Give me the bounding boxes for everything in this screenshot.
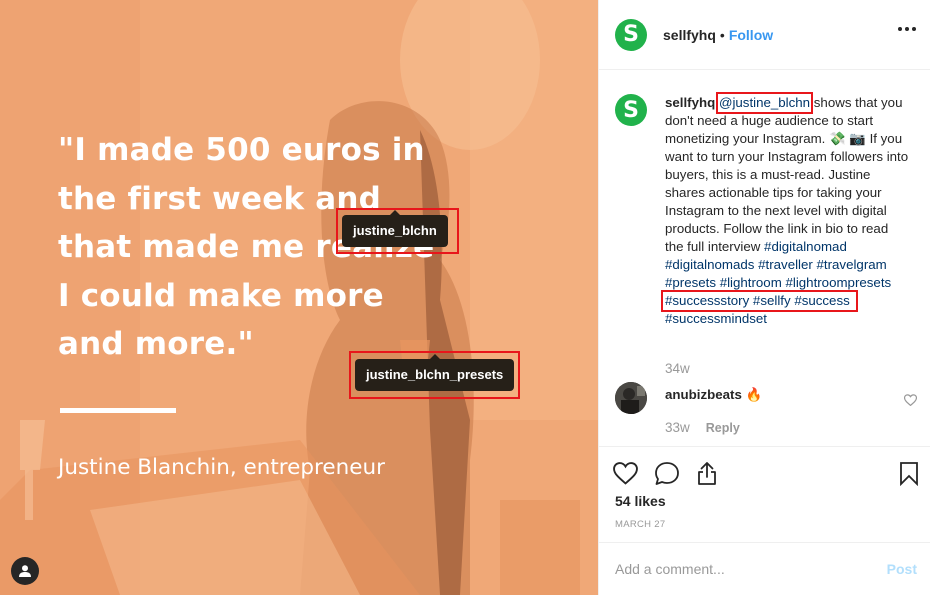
reply-button[interactable]: Reply bbox=[706, 421, 740, 435]
commenter-username[interactable]: anubizbeats bbox=[665, 387, 742, 402]
comment-meta: 33w Reply bbox=[665, 420, 740, 435]
likes-count[interactable]: 54 likes bbox=[615, 493, 666, 509]
caption-text: sellfyhq @justine_blchn shows that you d… bbox=[661, 92, 909, 328]
like-comment-heart-icon[interactable] bbox=[904, 394, 917, 406]
commenter-photo-icon bbox=[615, 382, 647, 414]
caption-hashtags-3[interactable]: #successmindset bbox=[665, 311, 767, 326]
caption-hashtags-2[interactable]: #successstory #sellfy #success bbox=[665, 293, 850, 308]
comments-section[interactable]: S sellfyhq @justine_blchn shows that you… bbox=[599, 70, 930, 446]
follow-button[interactable]: Follow bbox=[729, 27, 773, 43]
user-tag-justine-blchn[interactable]: justine_blchn bbox=[342, 210, 448, 247]
action-icons bbox=[613, 461, 718, 486]
caption: S sellfyhq @justine_blchn shows that you… bbox=[615, 92, 909, 328]
post-date: MARCH 27 bbox=[615, 519, 666, 530]
mention-wrap: @justine_blchn bbox=[715, 92, 814, 114]
comment-bubble-icon[interactable] bbox=[654, 461, 680, 486]
post-header: S sellfyhq • Follow bbox=[599, 0, 930, 70]
comment-time: 33w bbox=[665, 420, 690, 435]
caption-username[interactable]: sellfyhq bbox=[665, 95, 715, 110]
share-icon[interactable] bbox=[696, 461, 718, 486]
header-separator: • bbox=[719, 26, 725, 43]
caption-avatar[interactable]: S bbox=[615, 94, 647, 126]
commenter-avatar[interactable] bbox=[615, 382, 647, 414]
bookmark-icon[interactable] bbox=[899, 461, 919, 486]
caption-mention[interactable]: @justine_blchn bbox=[719, 95, 810, 110]
tagged-users-button[interactable] bbox=[11, 557, 39, 585]
instagram-post: "I made 500 euros in the first week and … bbox=[0, 0, 930, 595]
divider bbox=[60, 408, 176, 413]
header-username[interactable]: sellfyhq bbox=[663, 27, 716, 43]
caption-body: shows that you don't need a huge audienc… bbox=[665, 95, 909, 254]
post-image[interactable]: "I made 500 euros in the first week and … bbox=[0, 0, 598, 595]
post-sidebar: S sellfyhq • Follow S sellfyhq @justine_… bbox=[598, 0, 930, 595]
add-comment-bar: Post bbox=[599, 542, 930, 595]
post-comment-button[interactable]: Post bbox=[887, 561, 917, 577]
comment: anubizbeats 🔥 bbox=[665, 387, 762, 403]
quote-attribution: Justine Blanchin, entrepreneur bbox=[58, 455, 385, 480]
person-icon bbox=[19, 565, 31, 577]
profile-avatar[interactable]: S bbox=[615, 18, 647, 51]
quote-text: "I made 500 euros in the first week and … bbox=[58, 132, 435, 362]
action-bar: 54 likes MARCH 27 bbox=[599, 446, 930, 542]
caption-time: 34w bbox=[665, 361, 690, 376]
hashtags-wrap: #successstory #sellfy #success bbox=[661, 290, 858, 312]
more-options-icon[interactable] bbox=[898, 27, 916, 31]
like-heart-icon[interactable] bbox=[613, 461, 638, 485]
comment-input[interactable] bbox=[615, 561, 865, 577]
comment-text: 🔥 bbox=[745, 387, 763, 402]
user-tag-justine-blchn-presets[interactable]: justine_blchn_presets bbox=[355, 354, 515, 391]
